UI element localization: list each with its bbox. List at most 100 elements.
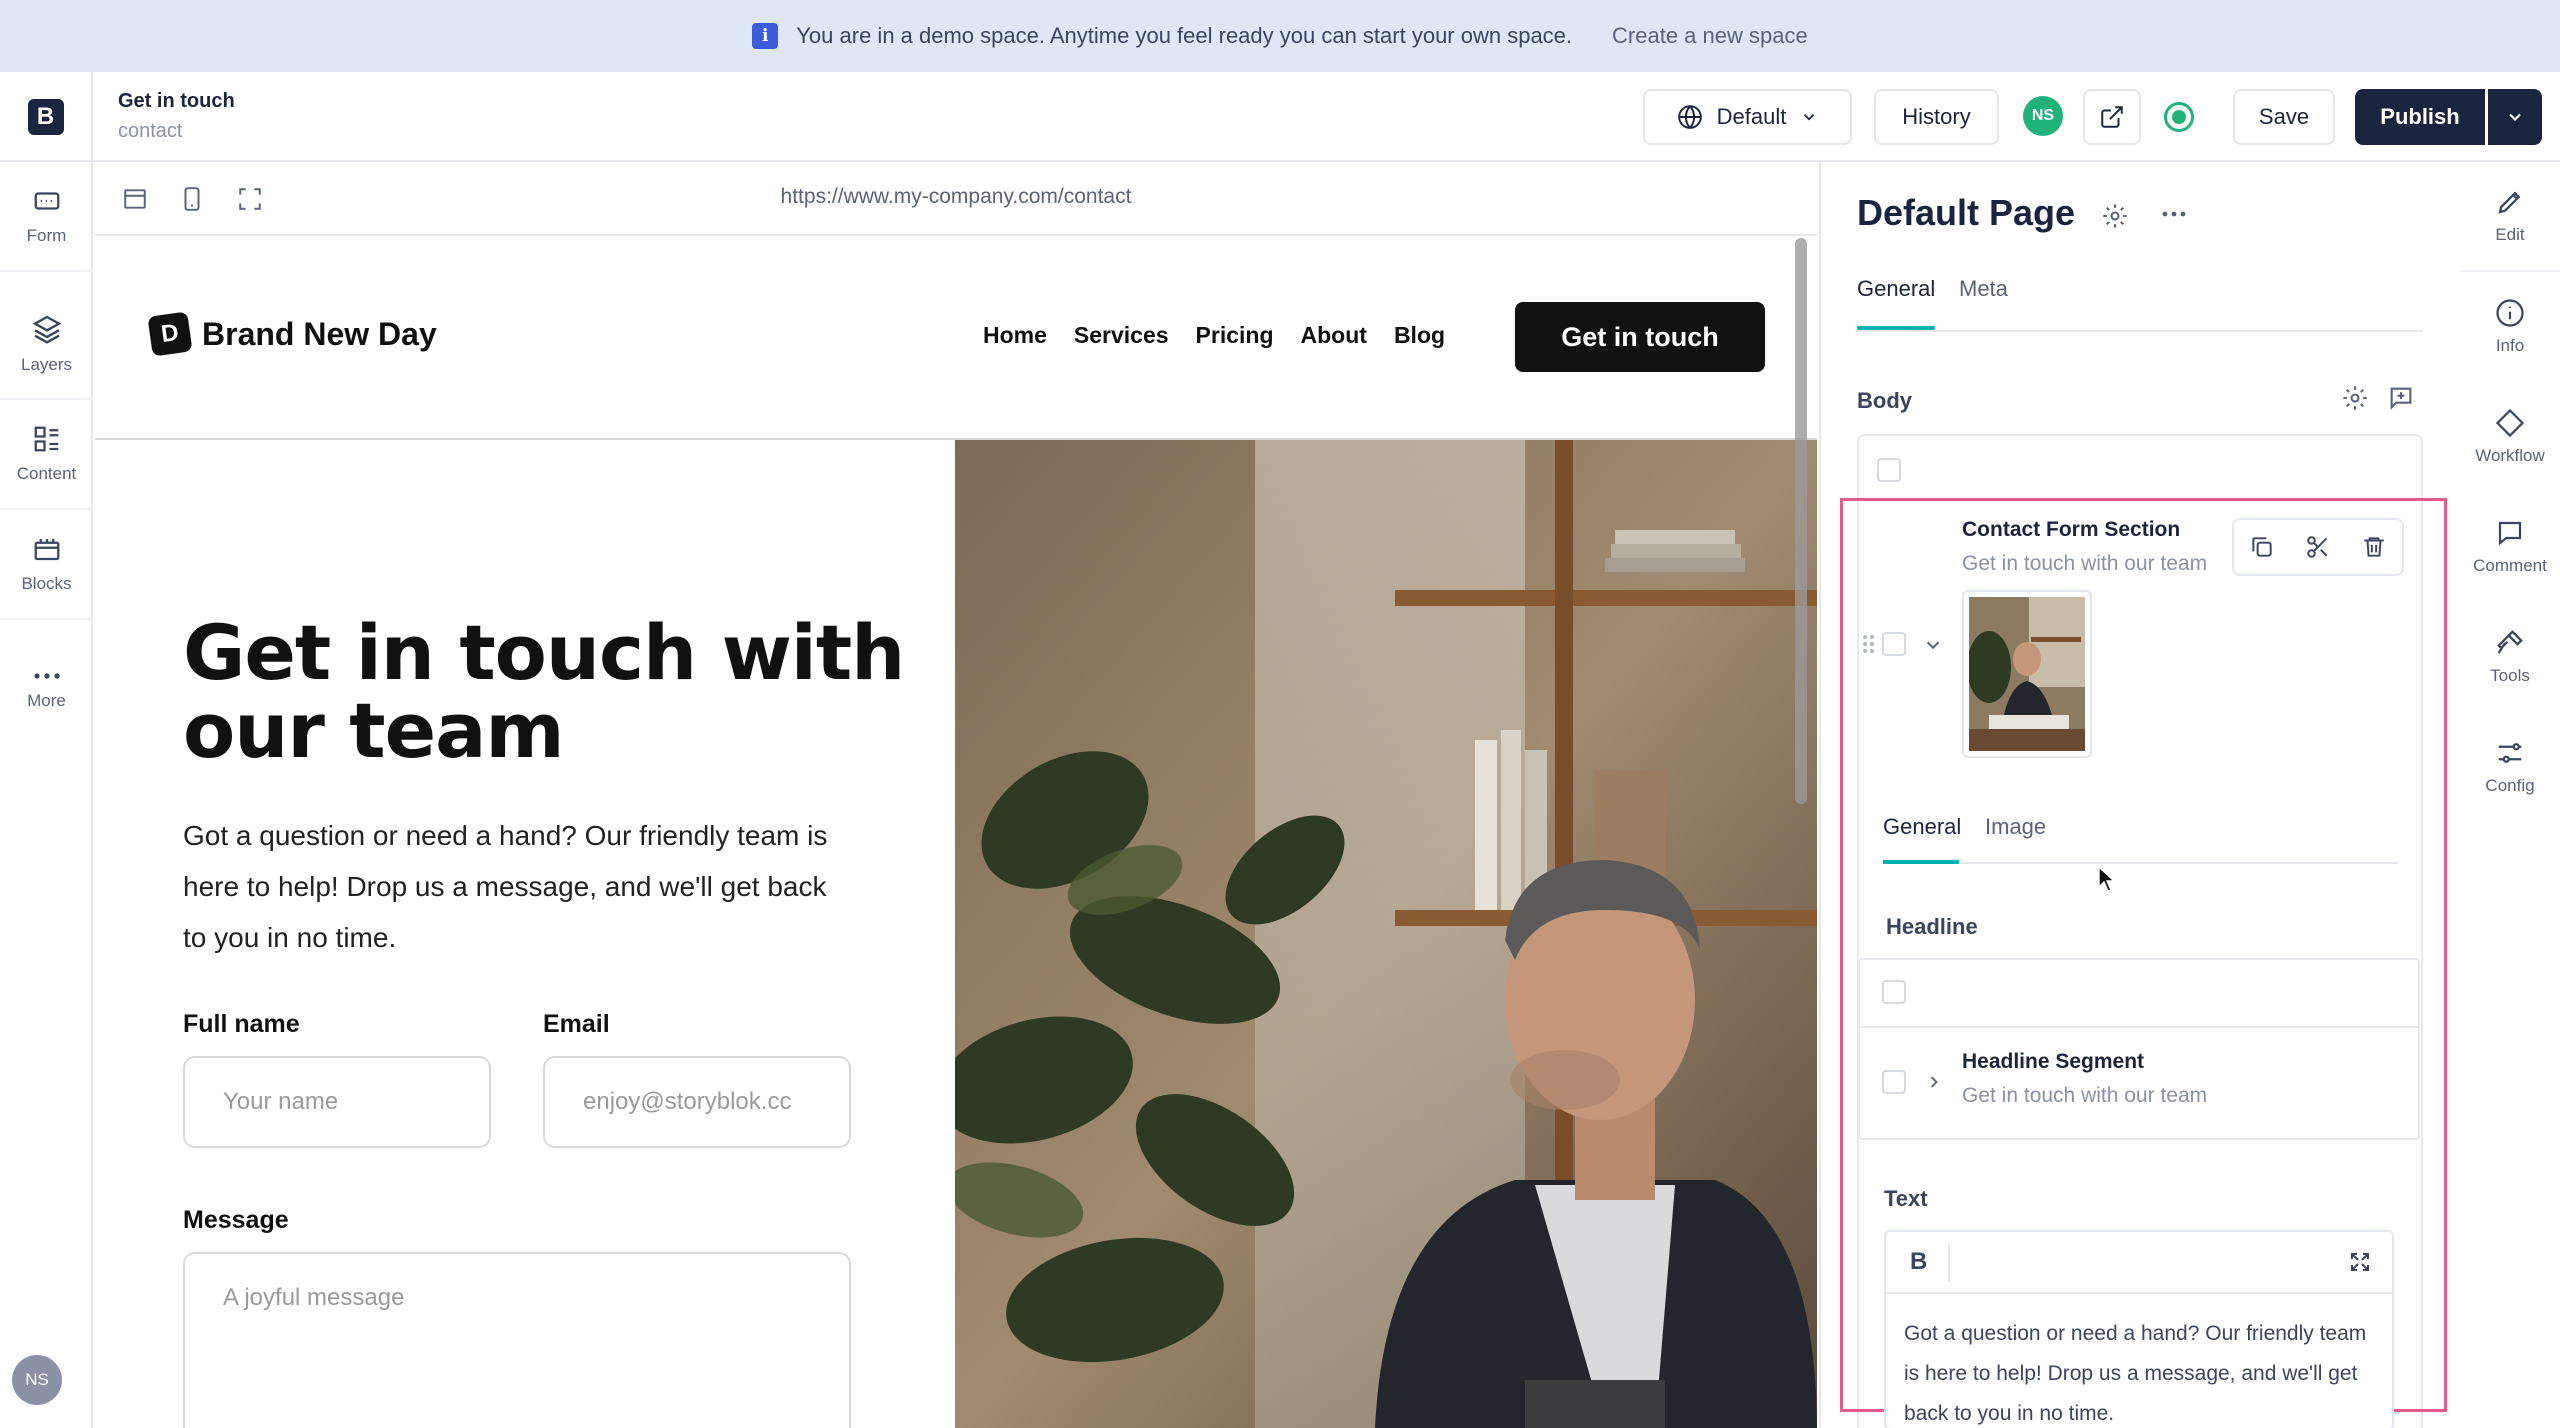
sidebar-item-blocks[interactable]: Blocks bbox=[0, 510, 93, 620]
toolbar-divider bbox=[1948, 1244, 1950, 1282]
language-select[interactable]: Default bbox=[1643, 89, 1852, 145]
info-icon: i bbox=[752, 23, 779, 49]
publish-button[interactable]: Publish bbox=[2355, 89, 2485, 145]
form-icon bbox=[34, 192, 59, 210]
tab-meta[interactable]: Meta bbox=[1959, 276, 2008, 302]
more-options-icon[interactable] bbox=[2161, 210, 2187, 218]
site-nav-pricing[interactable]: Pricing bbox=[1196, 322, 1274, 349]
layout-icon bbox=[124, 189, 146, 209]
text-field-value[interactable]: Got a question or need a hand? Our frien… bbox=[1904, 1314, 2384, 1428]
sidebar-item-layers[interactable]: Layers bbox=[0, 290, 93, 400]
site-nav-links: Home Services Pricing About Blog bbox=[983, 322, 1445, 349]
bold-button[interactable]: B bbox=[1910, 1248, 1927, 1276]
site-nav-about[interactable]: About bbox=[1301, 322, 1367, 349]
tab-block-image[interactable]: Image bbox=[1985, 814, 2046, 840]
right-rail: Edit Info Workflow Comment Tools Config bbox=[2460, 162, 2560, 1428]
preview-toolbar: https://www.my-company.com/contact bbox=[95, 162, 1817, 236]
email-input[interactable]: enjoy@storyblok.cc bbox=[543, 1056, 851, 1148]
preview-scrollbar[interactable] bbox=[1795, 238, 1807, 804]
save-button[interactable]: Save bbox=[2233, 89, 2335, 145]
fullscreen-button[interactable] bbox=[235, 184, 265, 214]
site-nav-home[interactable]: Home bbox=[983, 322, 1047, 349]
rail-item-comment[interactable]: Comment bbox=[2460, 492, 2560, 602]
headline-select-all-checkbox[interactable] bbox=[1882, 980, 1906, 1004]
site-brand[interactable]: D Brand New Day bbox=[147, 311, 437, 357]
divider bbox=[1860, 1026, 2418, 1028]
headline-blocks-list bbox=[1858, 958, 2420, 1140]
sidebar-item-label: More bbox=[27, 691, 66, 710]
layers-icon bbox=[32, 315, 61, 344]
content-icon bbox=[34, 426, 58, 452]
site-cta-button[interactable]: Get in touch bbox=[1515, 302, 1765, 372]
status-indicator-icon[interactable] bbox=[2164, 102, 2194, 132]
fullscreen-icon bbox=[239, 188, 261, 210]
block-image-thumbnail[interactable] bbox=[1962, 590, 2092, 758]
message-label: Message bbox=[183, 1206, 289, 1234]
settings-gear-icon[interactable] bbox=[2101, 202, 2129, 230]
rail-item-label: Info bbox=[2495, 336, 2525, 355]
panel-tabs: General Meta bbox=[1857, 262, 2423, 332]
scissors-icon[interactable] bbox=[2305, 534, 2331, 560]
preview-url[interactable]: https://www.my-company.com/contact bbox=[95, 185, 1817, 209]
rich-text-editor[interactable]: B Got a question or need a hand? Our fri… bbox=[1884, 1230, 2394, 1428]
rail-item-config[interactable]: Config bbox=[2460, 712, 2560, 822]
sidebar-item-content[interactable]: Content bbox=[0, 400, 93, 510]
app-logo-container[interactable]: B bbox=[0, 72, 93, 162]
drag-handle-icon[interactable] bbox=[1862, 634, 1876, 654]
mobile-view-button[interactable] bbox=[177, 184, 207, 214]
select-all-checkbox[interactable] bbox=[1877, 458, 1901, 482]
collaborator-avatar[interactable]: NS bbox=[2023, 96, 2063, 136]
sidebar-item-label: Layers bbox=[20, 355, 73, 374]
desktop-view-button[interactable] bbox=[120, 184, 150, 214]
demo-banner: i You are in a demo space. Anytime you f… bbox=[0, 0, 2560, 72]
trash-icon[interactable] bbox=[2361, 534, 2387, 560]
hero-paragraph[interactable]: Got a question or need a hand? Our frien… bbox=[183, 810, 833, 963]
chevron-down-icon bbox=[1804, 114, 1815, 121]
rail-item-workflow[interactable]: Workflow bbox=[2460, 382, 2560, 492]
sidebar-item-form[interactable]: Form bbox=[0, 162, 93, 272]
blocks-icon bbox=[34, 539, 59, 561]
rail-item-info[interactable]: Info bbox=[2460, 272, 2560, 382]
globe-icon bbox=[1677, 105, 1702, 129]
create-space-link[interactable]: Create a new space bbox=[1612, 23, 1808, 49]
history-button[interactable]: History bbox=[1874, 89, 1999, 145]
banner-message: You are in a demo space. Anytime you fee… bbox=[796, 23, 1573, 48]
rail-item-tools[interactable]: Tools bbox=[2460, 602, 2560, 712]
body-field-actions bbox=[2341, 384, 2415, 412]
site-preview[interactable]: D Brand New Day Home Services Pricing Ab… bbox=[95, 236, 1817, 1428]
gear-icon[interactable] bbox=[2341, 384, 2369, 412]
add-block-icon[interactable] bbox=[2387, 384, 2415, 412]
block-tabs: General Image bbox=[1883, 806, 2397, 864]
hammer-icon bbox=[2497, 630, 2523, 654]
sidebar-item-label: Content bbox=[16, 464, 77, 483]
duplicate-icon[interactable] bbox=[2249, 534, 2275, 560]
active-tab-indicator bbox=[1883, 860, 1959, 864]
headline-segment-checkbox[interactable] bbox=[1882, 1070, 1906, 1094]
user-avatar[interactable]: NS bbox=[12, 1355, 62, 1405]
sidebar-item-label: Blocks bbox=[21, 574, 72, 593]
fullname-input[interactable]: Your name bbox=[183, 1056, 491, 1148]
story-slug: contact bbox=[118, 120, 183, 142]
block-checkbox[interactable] bbox=[1882, 632, 1906, 656]
site-nav-blog[interactable]: Blog bbox=[1394, 322, 1445, 349]
block-title[interactable]: Contact Form Section bbox=[1962, 518, 2180, 542]
hero-headline[interactable]: Get in touch with our team bbox=[183, 614, 943, 770]
expand-icon[interactable] bbox=[2348, 1250, 2372, 1274]
message-textarea[interactable]: A joyful message bbox=[183, 1252, 851, 1428]
sliders-icon bbox=[2498, 743, 2522, 763]
tab-block-general[interactable]: General bbox=[1883, 814, 1961, 840]
external-link-icon bbox=[2101, 106, 2123, 128]
body-field-label: Body bbox=[1857, 388, 1912, 413]
tab-general[interactable]: General bbox=[1857, 276, 1935, 302]
open-preview-button[interactable] bbox=[2083, 89, 2141, 145]
hero-photo[interactable] bbox=[955, 440, 1817, 1428]
chevron-right-icon[interactable] bbox=[1924, 1072, 1944, 1092]
panel-title: Default Page bbox=[1857, 192, 2076, 233]
sidebar-item-more[interactable]: More bbox=[0, 636, 93, 746]
chevron-down-icon[interactable] bbox=[1922, 634, 1944, 656]
active-tab-indicator bbox=[1857, 326, 1935, 330]
rail-item-edit[interactable]: Edit bbox=[2460, 162, 2560, 272]
site-nav-services[interactable]: Services bbox=[1074, 322, 1169, 349]
headline-segment-title[interactable]: Headline Segment bbox=[1962, 1050, 2144, 1074]
publish-options-button[interactable] bbox=[2488, 89, 2542, 145]
